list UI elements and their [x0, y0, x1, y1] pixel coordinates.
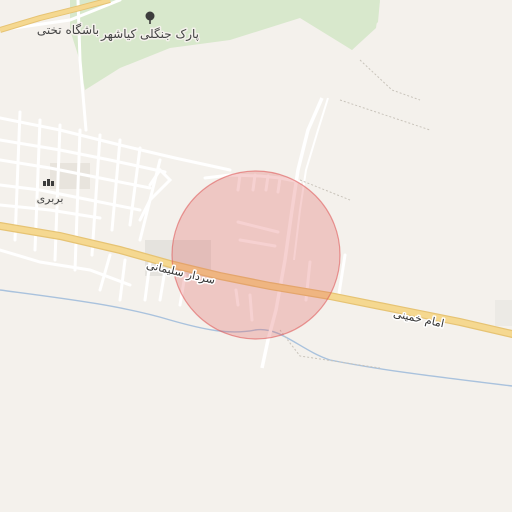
building-block: [495, 300, 512, 326]
highlight-circle[interactable]: [171, 170, 341, 340]
park-label: پارک جنگلی کیاشهر: [100, 27, 199, 42]
map-canvas[interactable]: پارک جنگلی کیاشهر باشگاه تختی بربری سردا…: [0, 0, 512, 512]
map-view[interactable]: پارک جنگلی کیاشهر باشگاه تختی بربری سردا…: [0, 0, 512, 512]
village-label: بربری: [37, 192, 64, 205]
club-label: باشگاه تختی: [37, 23, 99, 37]
